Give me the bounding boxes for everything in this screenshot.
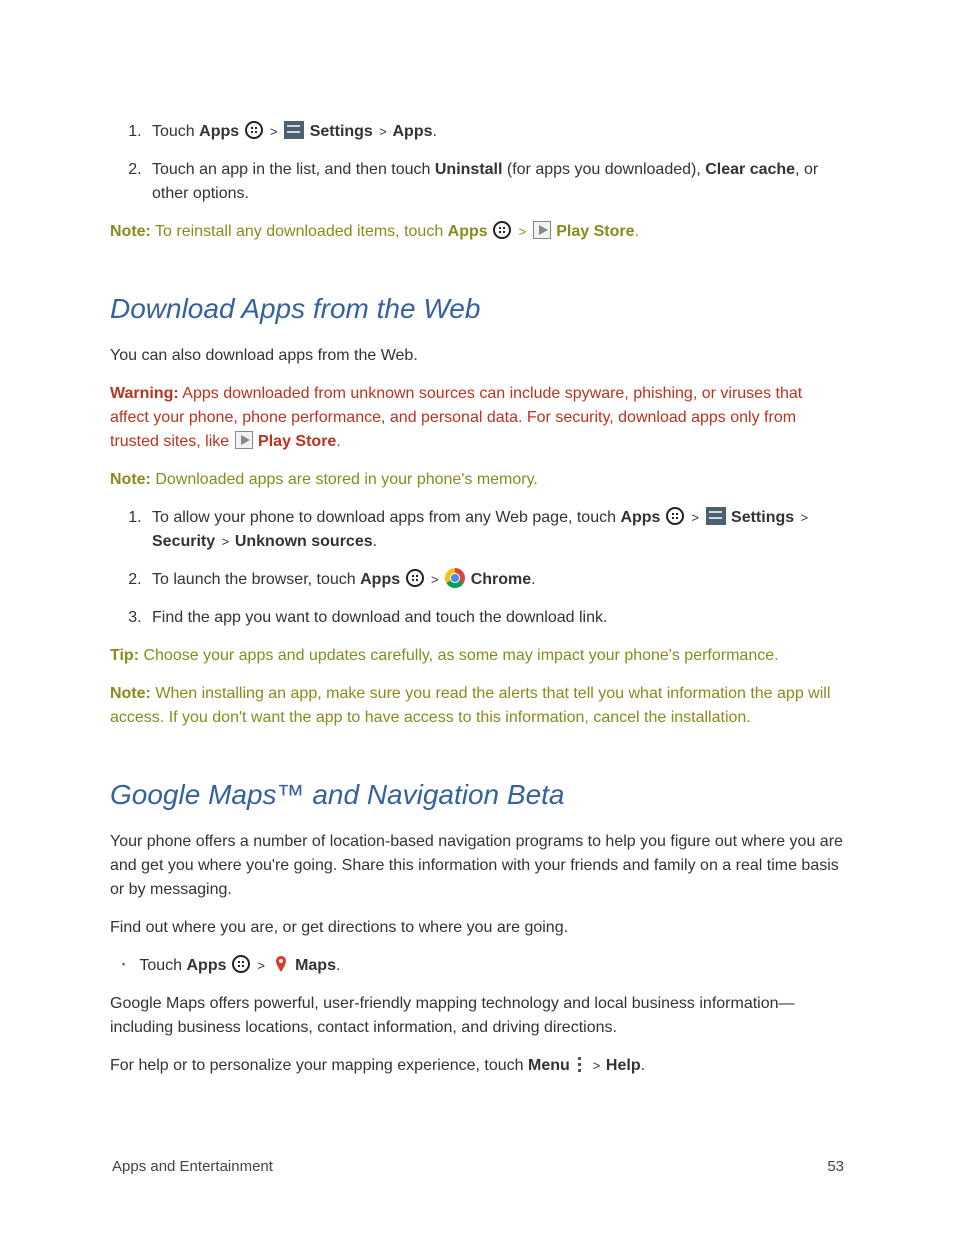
footer-page-number: 53 xyxy=(827,1158,844,1175)
text: Touch xyxy=(152,123,199,140)
step-1: To allow your phone to download apps fro… xyxy=(146,506,844,554)
clear-cache-label: Clear cache xyxy=(705,161,795,178)
page-footer: Apps and Entertainment 53 xyxy=(112,1158,844,1175)
menu-label: Menu xyxy=(528,1057,570,1074)
sep: > xyxy=(591,1058,606,1073)
sep: > xyxy=(799,510,811,525)
dot: . xyxy=(373,533,377,550)
apps-label: Apps xyxy=(620,509,660,526)
page-content: Touch Apps > Settings > Apps. Touch an a… xyxy=(110,120,844,1078)
play-store-icon xyxy=(533,221,551,239)
footer-section: Apps and Entertainment xyxy=(112,1158,273,1175)
step-1: Touch Apps > Settings > Apps. xyxy=(146,120,844,144)
play-store-label: Play Store xyxy=(552,223,635,240)
note-install: Note: When installing an app, make sure … xyxy=(110,682,844,730)
tip-text: Choose your apps and updates carefully, … xyxy=(139,647,779,664)
apps-label: Apps xyxy=(187,957,227,974)
unknown-sources-label: Unknown sources xyxy=(235,533,373,550)
heading-google-maps: Google Maps™ and Navigation Beta xyxy=(110,774,844,816)
note-reinstall: Note: To reinstall any downloaded items,… xyxy=(110,220,844,244)
text: To allow your phone to download apps fro… xyxy=(152,509,620,526)
play-store-label: Play Store xyxy=(254,433,337,450)
note-text: To reinstall any downloaded items, touch xyxy=(151,223,448,240)
maps-bullet-list: Touch Apps > Maps. xyxy=(122,954,844,978)
apps-icon xyxy=(232,955,250,973)
menu-dots-icon xyxy=(575,1055,585,1073)
settings-icon xyxy=(284,121,304,139)
apps-icon xyxy=(666,507,684,525)
dot: . xyxy=(336,957,340,974)
note-label: Note: xyxy=(110,223,151,240)
step-3: Find the app you want to download and to… xyxy=(146,606,844,630)
maps-intro: Your phone offers a number of location-b… xyxy=(110,830,844,902)
maps-offers: Google Maps offers powerful, user-friend… xyxy=(110,992,844,1040)
note-storage: Note: Downloaded apps are stored in your… xyxy=(110,468,844,492)
warning-label: Warning: xyxy=(110,385,179,402)
note-label: Note: xyxy=(110,685,151,702)
maps-icon xyxy=(272,955,290,973)
maps-label: Maps xyxy=(291,957,336,974)
dot: . xyxy=(531,571,535,588)
dot: . xyxy=(336,433,340,450)
maps-findout: Find out where you are, or get direction… xyxy=(110,916,844,940)
note-label: Note: xyxy=(110,471,151,488)
help-label: Help xyxy=(606,1057,641,1074)
steps-list-2: To allow your phone to download apps fro… xyxy=(128,506,844,630)
maps-help: For help or to personalize your mapping … xyxy=(110,1054,844,1078)
uninstall-label: Uninstall xyxy=(435,161,503,178)
dot: . xyxy=(433,123,437,140)
sep: > xyxy=(429,572,444,587)
heading-download-apps: Download Apps from the Web xyxy=(110,288,844,330)
warning-block: Warning: Apps downloaded from unknown so… xyxy=(110,382,844,454)
chrome-icon xyxy=(445,568,465,588)
sep: > xyxy=(255,958,270,973)
note-text: Downloaded apps are stored in your phone… xyxy=(151,471,538,488)
apps-icon xyxy=(493,221,511,239)
apps-label: Apps xyxy=(199,123,239,140)
apps-label-2: Apps xyxy=(393,123,433,140)
note-text: When installing an app, make sure you re… xyxy=(110,685,830,726)
security-label: Security xyxy=(152,533,220,550)
intro-text: You can also download apps from the Web. xyxy=(110,344,844,368)
sep: > xyxy=(268,124,283,139)
apps-label: Apps xyxy=(448,223,488,240)
apps-icon xyxy=(406,569,424,587)
settings-icon xyxy=(706,507,726,525)
settings-label: Settings xyxy=(727,509,795,526)
text: (for apps you downloaded), xyxy=(502,161,705,178)
sep: > xyxy=(377,124,392,139)
text: Touch an app in the list, and then touch xyxy=(152,161,435,178)
sep: > xyxy=(689,510,704,525)
dot: . xyxy=(634,223,638,240)
dot: . xyxy=(641,1057,645,1074)
tip-block: Tip: Choose your apps and updates carefu… xyxy=(110,644,844,668)
steps-list-1: Touch Apps > Settings > Apps. Touch an a… xyxy=(128,120,844,206)
maps-bullet: Touch Apps > Maps. xyxy=(122,954,844,978)
chrome-label: Chrome xyxy=(466,571,531,588)
apps-label: Apps xyxy=(360,571,400,588)
text: For help or to personalize your mapping … xyxy=(110,1057,528,1074)
sep: > xyxy=(220,534,235,549)
warning-body: Apps downloaded from unknown sources can… xyxy=(110,385,802,450)
settings-label: Settings xyxy=(305,123,373,140)
play-store-icon xyxy=(235,431,253,449)
apps-icon xyxy=(245,121,263,139)
sep: > xyxy=(517,224,532,239)
step-2: To launch the browser, touch Apps > Chro… xyxy=(146,568,844,592)
step-2: Touch an app in the list, and then touch… xyxy=(146,158,844,206)
text: To launch the browser, touch xyxy=(152,571,360,588)
tip-label: Tip: xyxy=(110,647,139,664)
text: Touch xyxy=(139,957,186,974)
